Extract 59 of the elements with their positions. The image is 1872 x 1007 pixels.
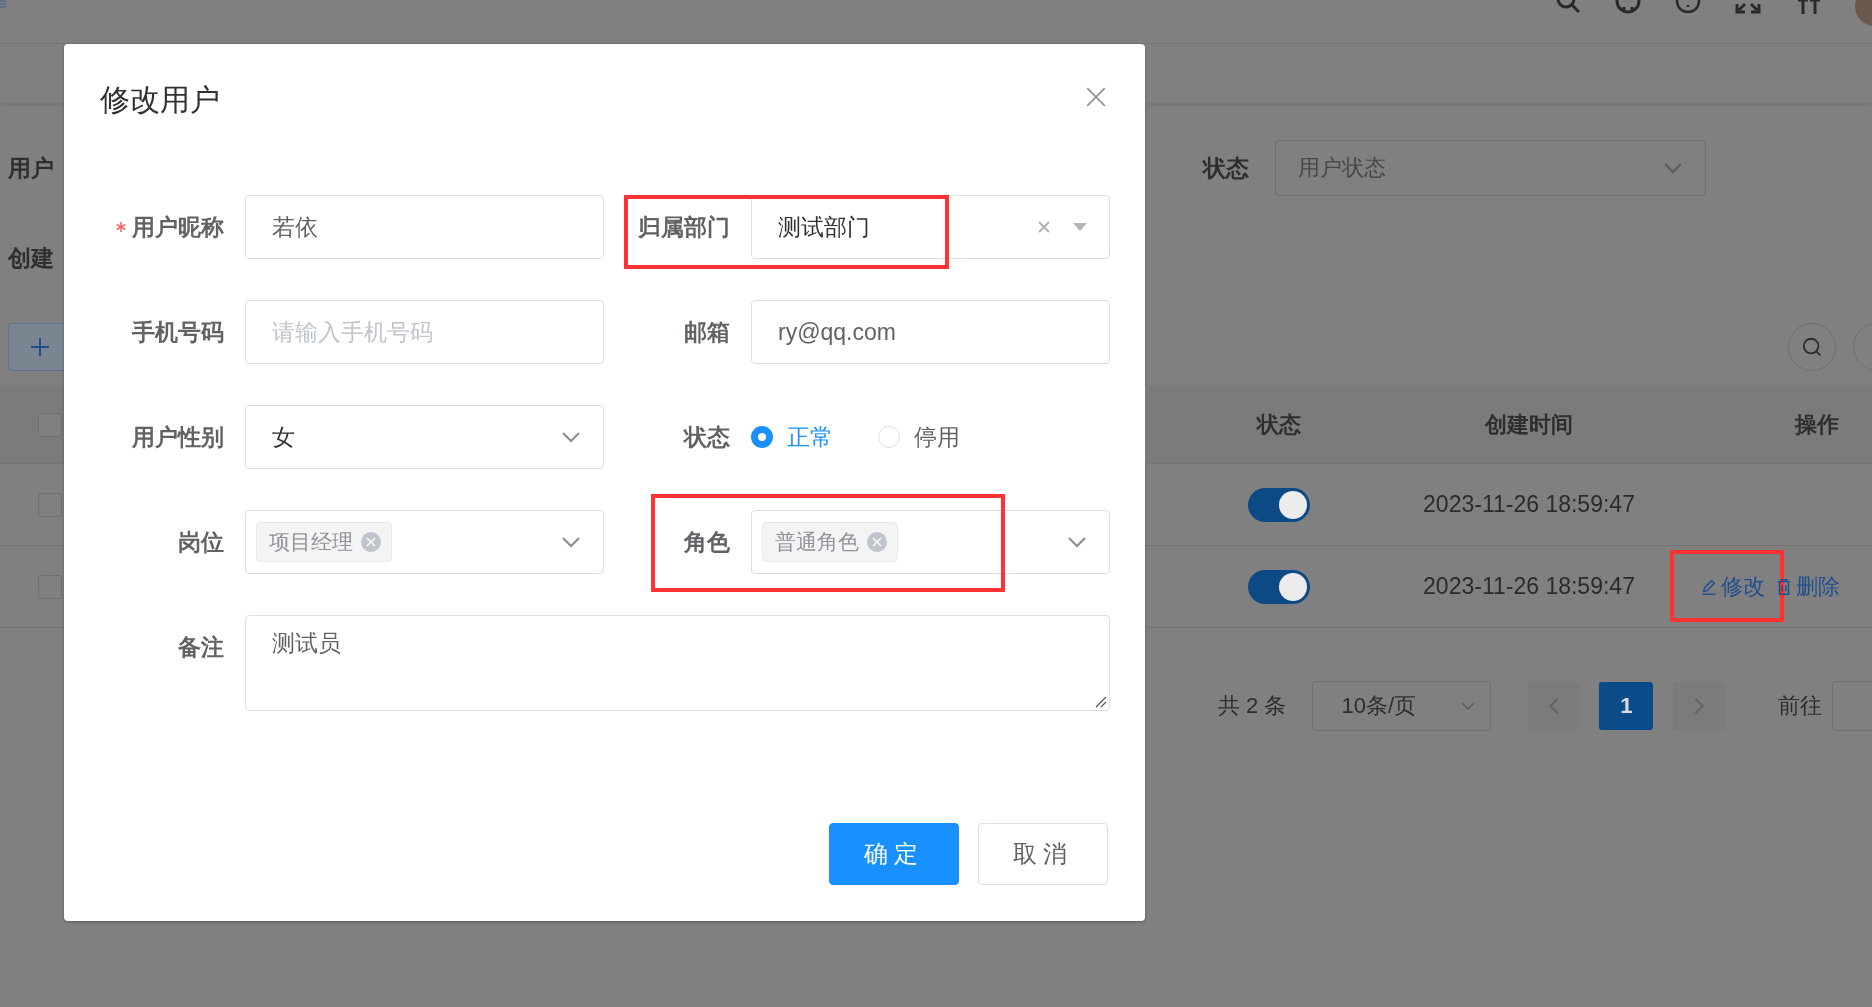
add-button[interactable]: [8, 323, 64, 371]
select-value: 10条/页: [1341, 692, 1417, 720]
radio-option[interactable]: 正常: [751, 421, 833, 453]
field-label: 手机号码: [131, 318, 225, 347]
textarea[interactable]: 测试员: [245, 615, 1110, 711]
remove-tag-icon[interactable]: [361, 532, 381, 552]
toggle-switch[interactable]: [1248, 569, 1310, 604]
chevron-down-icon: [1067, 534, 1087, 550]
placeholder-text: 用户状态: [1298, 154, 1386, 182]
next-button[interactable]: [1673, 682, 1726, 730]
field-label: 邮箱: [683, 318, 731, 347]
clear-icon[interactable]: [1037, 220, 1051, 234]
goto-label: 前往: [1778, 692, 1823, 720]
form-label: 创建: [8, 243, 54, 273]
plus-icon: [29, 337, 50, 357]
column-header: 创建时间: [1483, 410, 1574, 439]
page-size-select[interactable]: 10条/页: [1312, 681, 1492, 731]
resize-handle-icon[interactable]: [1093, 694, 1107, 708]
field-label: 状态: [682, 423, 731, 452]
chevron-down-icon: [1663, 160, 1683, 176]
page-button[interactable]: 1: [1599, 682, 1654, 730]
tree-select[interactable]: 测试部门: [751, 195, 1110, 259]
field-label: 用户性别: [131, 423, 225, 452]
chevron-right-icon: [1693, 697, 1706, 715]
column-header: 状态: [1255, 410, 1302, 439]
confirm-button[interactable]: 确定: [829, 823, 959, 885]
dialog-title: 修改用户: [100, 82, 220, 118]
chevron-down-icon: [561, 429, 581, 445]
radio-option[interactable]: 停用: [878, 421, 960, 453]
close-icon: [1085, 86, 1107, 108]
close-button[interactable]: [1085, 86, 1107, 108]
field-label: 归属部门: [637, 213, 731, 242]
hamburger-icon[interactable]: [0, 0, 6, 8]
prev-button[interactable]: [1528, 682, 1581, 730]
chevron-left-icon: [1548, 697, 1561, 715]
toggle-switch[interactable]: [1248, 487, 1310, 522]
table-cell: 2023-11-26 18:59:47: [1423, 573, 1635, 600]
field-label: 备注: [177, 633, 225, 662]
chevron-down-icon: [561, 534, 581, 550]
chevron-down-icon: [1460, 700, 1477, 712]
form-label: 状态: [1203, 153, 1250, 183]
total-count: 共 2 条: [1218, 692, 1287, 720]
trash-icon: [1775, 576, 1793, 597]
input-field[interactable]: ry@qq.com: [751, 300, 1110, 364]
field-label: 用户昵称: [132, 213, 224, 242]
field-label: 角色: [682, 528, 731, 557]
remove-tag-icon[interactable]: [867, 532, 887, 552]
tag-label: 项目经理: [269, 529, 353, 555]
input-field[interactable]: 请输入手机号码: [245, 300, 604, 364]
caret-down-icon: [1073, 223, 1087, 231]
tag-label: 普通角色: [775, 529, 859, 555]
input-field[interactable]: 若依: [245, 195, 604, 259]
field-label: 岗位: [177, 528, 225, 557]
form-label: 用户: [8, 153, 54, 183]
column-header: 操作: [1793, 410, 1840, 439]
table-cell: 2023-11-26 18:59:47: [1423, 491, 1635, 518]
select-field[interactable]: 女: [245, 405, 604, 469]
search-icon: [1801, 336, 1823, 358]
cancel-button[interactable]: 取消: [978, 823, 1108, 885]
